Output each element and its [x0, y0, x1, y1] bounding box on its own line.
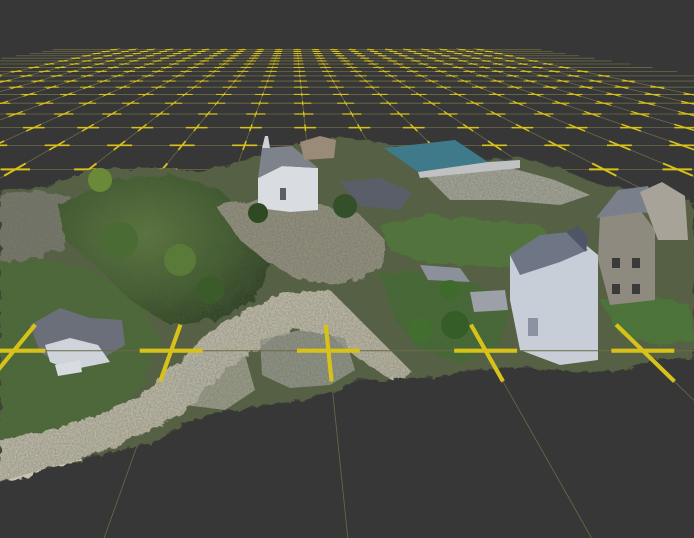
grid-axis-tick [377, 66, 380, 69]
grid-axis-tick [266, 79, 269, 83]
grid-axis-tick [254, 111, 258, 117]
building-shed-top [300, 136, 336, 160]
grid-axis-tick [322, 63, 325, 65]
grid-axis-tick [369, 48, 372, 51]
grid-axis-tick [403, 66, 407, 69]
grid-axis-tick [304, 124, 307, 132]
grid-axis-tick [324, 66, 327, 69]
grid-axis-tick [326, 70, 329, 73]
grid-axis-tick [241, 48, 243, 51]
grid-axis-tick [204, 48, 207, 51]
grid-axis-tick [302, 111, 305, 117]
grid-axis-tick [258, 50, 260, 53]
grid-axis-tick [272, 63, 275, 65]
building-right-house [510, 226, 598, 365]
grid-axis-tick [254, 54, 257, 57]
grid-axis-tick [238, 50, 241, 53]
grid-axis-tick [329, 74, 332, 78]
grid-axis-tick [387, 48, 390, 51]
grid-axis-tick [319, 57, 322, 60]
grid-axis-tick [333, 48, 335, 51]
grid-axis-tick [241, 70, 244, 73]
grid-axis-tick [351, 48, 353, 51]
grid-axis-tick [353, 50, 356, 53]
grid-axis-tick [350, 66, 354, 69]
grid-axis-tick [259, 48, 262, 51]
grid-axis-tick [191, 66, 195, 69]
grid-axis-tick [354, 70, 358, 73]
grid-axis-tick [332, 79, 335, 83]
grid-axis-tick [261, 92, 264, 97]
grid-axis-tick [321, 60, 323, 62]
grid-axis-tick [335, 85, 338, 89]
grid-axis-tick [316, 52, 319, 55]
photogrammetry-scene[interactable] [0, 0, 694, 538]
grid-axis-tick [258, 100, 261, 106]
grid-axis-tick [264, 85, 267, 89]
grid-axis-tick [318, 54, 320, 57]
grid-axis-tick [244, 66, 247, 69]
grid-axis-tick [334, 50, 337, 53]
grid-axis-tick [218, 66, 221, 69]
grid-axis-tick [222, 48, 225, 51]
grid-axis-tick [270, 70, 272, 73]
grid-axis-tick [336, 52, 339, 55]
3d-viewport[interactable] [0, 0, 694, 538]
grid-axis-tick [237, 74, 241, 78]
grid-axis-tick [256, 52, 259, 55]
grid-axis-tick [268, 74, 271, 78]
grid-axis-tick [271, 66, 274, 69]
